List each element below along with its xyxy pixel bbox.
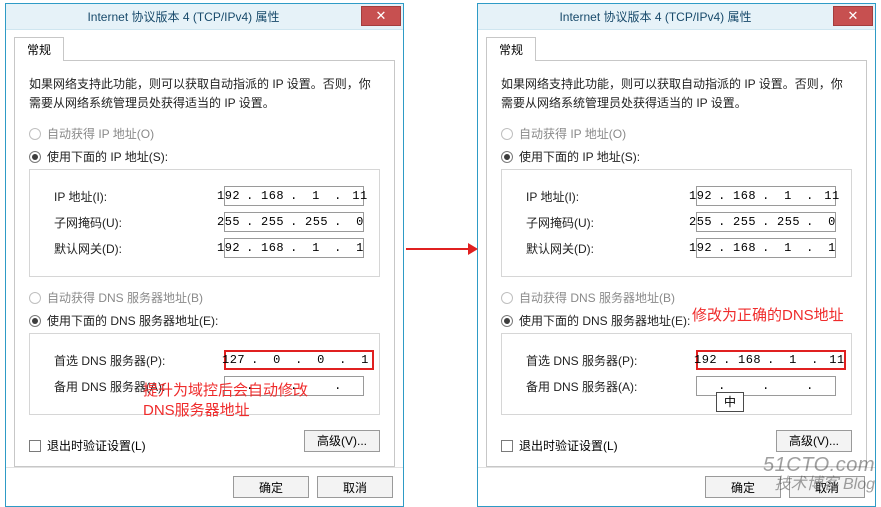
radio-icon bbox=[29, 128, 41, 140]
dns-primary-label: 首选 DNS 服务器(P): bbox=[54, 352, 224, 369]
arrow-icon bbox=[406, 248, 476, 250]
radio-ip-manual-label: 使用下面的 IP 地址(S): bbox=[47, 148, 168, 165]
radio-ip-manual-label: 使用下面的 IP 地址(S): bbox=[519, 148, 640, 165]
tab-body: 如果网络支持此功能，则可以获取自动指派的 IP 设置。否则，你需要从网络系统管理… bbox=[14, 60, 395, 467]
description-text: 如果网络支持此功能，则可以获取自动指派的 IP 设置。否则，你需要从网络系统管理… bbox=[501, 75, 852, 113]
radio-ip-auto-label: 自动获得 IP 地址(O) bbox=[519, 125, 626, 142]
cancel-button[interactable]: 取消 bbox=[789, 476, 865, 498]
advanced-button[interactable]: 高级(V)... bbox=[776, 430, 852, 452]
dns-primary-label: 首选 DNS 服务器(P): bbox=[526, 352, 696, 369]
radio-ip-auto-label: 自动获得 IP 地址(O) bbox=[47, 125, 154, 142]
radio-dns-manual[interactable]: 使用下面的 DNS 服务器地址(E): bbox=[29, 312, 380, 329]
radio-icon bbox=[501, 292, 513, 304]
titlebar[interactable]: Internet 协议版本 4 (TCP/IPv4) 属性 ✕ bbox=[478, 4, 875, 30]
ip-input[interactable]: 192. 168. 1. 11 bbox=[696, 186, 836, 206]
ok-button[interactable]: 确定 bbox=[233, 476, 309, 498]
advanced-button[interactable]: 高级(V)... bbox=[304, 430, 380, 452]
tab-body: 如果网络支持此功能，则可以获取自动指派的 IP 设置。否则，你需要从网络系统管理… bbox=[486, 60, 867, 467]
validate-checkbox-row[interactable]: 退出时验证设置(L) bbox=[501, 437, 618, 454]
dns-primary-input[interactable]: 127. 0. 0. 1 bbox=[224, 350, 374, 370]
close-icon[interactable]: ✕ bbox=[361, 6, 401, 26]
description-text: 如果网络支持此功能，则可以获取自动指派的 IP 设置。否则，你需要从网络系统管理… bbox=[29, 75, 380, 113]
validate-label: 退出时验证设置(L) bbox=[47, 437, 146, 454]
tab-general[interactable]: 常规 bbox=[14, 37, 64, 61]
mask-label: 子网掩码(U): bbox=[526, 214, 696, 231]
ip-input[interactable]: 192. 168. 1. 11 bbox=[224, 186, 364, 206]
radio-dns-auto: 自动获得 DNS 服务器地址(B) bbox=[501, 289, 852, 306]
radio-icon bbox=[29, 315, 41, 327]
radio-dns-manual-label: 使用下面的 DNS 服务器地址(E): bbox=[519, 312, 690, 329]
tab-general[interactable]: 常规 bbox=[486, 37, 536, 61]
validate-checkbox-row[interactable]: 退出时验证设置(L) bbox=[29, 437, 146, 454]
dns-alt-label: 备用 DNS 服务器(A): bbox=[54, 378, 224, 395]
radio-icon bbox=[501, 151, 513, 163]
mask-label: 子网掩码(U): bbox=[54, 214, 224, 231]
dns-group: 首选 DNS 服务器(P): 127. 0. 0. 1 备用 DNS 服务器(A… bbox=[29, 333, 380, 415]
tcpip-dialog-right: Internet 协议版本 4 (TCP/IPv4) 属性 ✕ 常规 如果网络支… bbox=[477, 3, 876, 507]
gateway-input[interactable]: 192. 168. 1. 1 bbox=[224, 238, 364, 258]
dialog-footer: 确定 取消 bbox=[478, 467, 875, 506]
radio-dns-manual-label: 使用下面的 DNS 服务器地址(E): bbox=[47, 312, 218, 329]
titlebar[interactable]: Internet 协议版本 4 (TCP/IPv4) 属性 ✕ bbox=[6, 4, 403, 30]
radio-dns-auto-label: 自动获得 DNS 服务器地址(B) bbox=[47, 289, 203, 306]
mask-input[interactable]: 255. 255. 255. 0 bbox=[224, 212, 364, 232]
dns-alt-label: 备用 DNS 服务器(A): bbox=[526, 378, 696, 395]
window-title: Internet 协议版本 4 (TCP/IPv4) 属性 bbox=[478, 8, 833, 25]
validate-label: 退出时验证设置(L) bbox=[519, 437, 618, 454]
ime-indicator: 中 bbox=[716, 392, 744, 412]
gateway-input[interactable]: 192. 168. 1. 1 bbox=[696, 238, 836, 258]
radio-ip-auto[interactable]: 自动获得 IP 地址(O) bbox=[501, 125, 852, 142]
ip-group: IP 地址(I): 192. 168. 1. 11 子网掩码(U): 255. … bbox=[501, 169, 852, 277]
ip-group: IP 地址(I): 192. 168. 1. 11 子网掩码(U): 255. … bbox=[29, 169, 380, 277]
cancel-button[interactable]: 取消 bbox=[317, 476, 393, 498]
checkbox-icon bbox=[29, 440, 41, 452]
window-title: Internet 协议版本 4 (TCP/IPv4) 属性 bbox=[6, 8, 361, 25]
ok-button[interactable]: 确定 bbox=[705, 476, 781, 498]
ip-label: IP 地址(I): bbox=[526, 188, 696, 205]
radio-dns-auto-label: 自动获得 DNS 服务器地址(B) bbox=[519, 289, 675, 306]
gateway-label: 默认网关(D): bbox=[526, 240, 696, 257]
radio-ip-manual[interactable]: 使用下面的 IP 地址(S): bbox=[501, 148, 852, 165]
tcpip-dialog-left: Internet 协议版本 4 (TCP/IPv4) 属性 ✕ 常规 如果网络支… bbox=[5, 3, 404, 507]
radio-icon bbox=[501, 315, 513, 327]
dns-alt-input[interactable]: . . . bbox=[224, 376, 364, 396]
dns-group: 首选 DNS 服务器(P): 192. 168. 1. 11 备用 DNS 服务… bbox=[501, 333, 852, 415]
radio-ip-auto[interactable]: 自动获得 IP 地址(O) bbox=[29, 125, 380, 142]
gateway-label: 默认网关(D): bbox=[54, 240, 224, 257]
radio-dns-auto: 自动获得 DNS 服务器地址(B) bbox=[29, 289, 380, 306]
radio-icon bbox=[29, 292, 41, 304]
radio-dns-manual[interactable]: 使用下面的 DNS 服务器地址(E): bbox=[501, 312, 852, 329]
checkbox-icon bbox=[501, 440, 513, 452]
radio-ip-manual[interactable]: 使用下面的 IP 地址(S): bbox=[29, 148, 380, 165]
dns-primary-input[interactable]: 192. 168. 1. 11 bbox=[696, 350, 846, 370]
close-icon[interactable]: ✕ bbox=[833, 6, 873, 26]
mask-input[interactable]: 255. 255. 255. 0 bbox=[696, 212, 836, 232]
radio-icon bbox=[29, 151, 41, 163]
dialog-footer: 确定 取消 bbox=[6, 467, 403, 506]
ip-label: IP 地址(I): bbox=[54, 188, 224, 205]
radio-icon bbox=[501, 128, 513, 140]
